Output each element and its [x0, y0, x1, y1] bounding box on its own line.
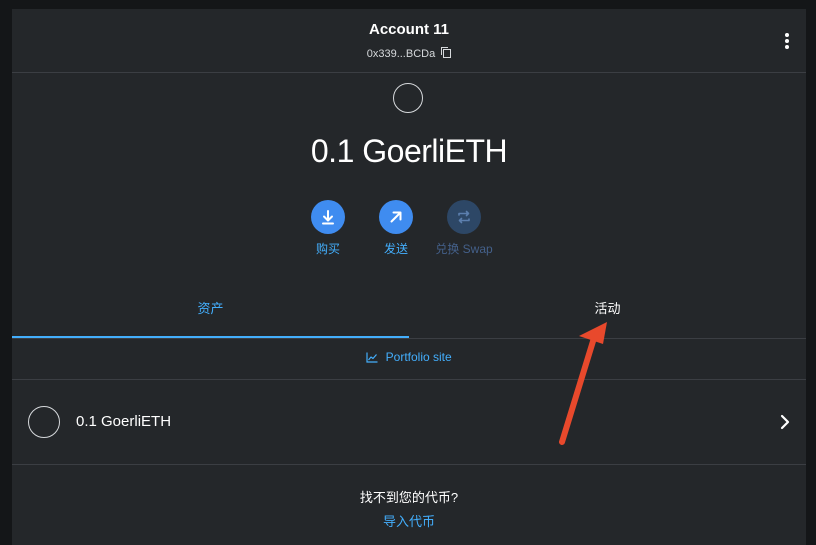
annotation-arrow-icon	[559, 322, 607, 445]
